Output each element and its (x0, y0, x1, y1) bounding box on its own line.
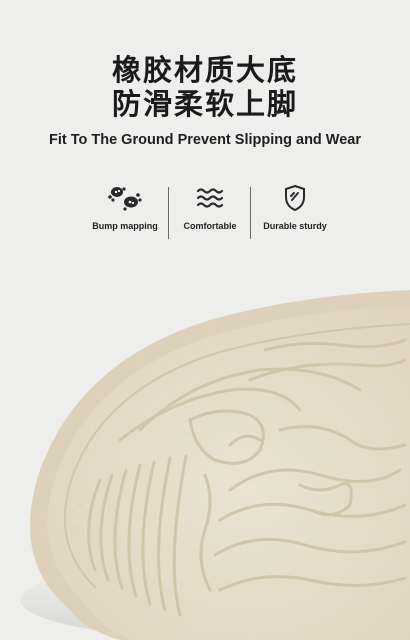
shoe-sole-photo (20, 290, 410, 640)
feature-label: Bump mapping (92, 221, 158, 231)
wavy-lines-icon (196, 188, 224, 208)
heading-line-1: 橡胶材质大底 (111, 53, 298, 87)
shield-icon (285, 184, 305, 212)
heading-line-2: 防滑柔软上脚 (111, 87, 298, 121)
feature-durable: Durable sturdy (250, 183, 340, 243)
feature-row: Bump mapping Comfortable Durable sturdy (80, 183, 340, 243)
feature-bump-mapping: Bump mapping (80, 183, 170, 243)
feature-label: Comfortable (183, 221, 237, 231)
feature-comfortable: Comfortable (165, 183, 255, 243)
feature-label: Durable sturdy (263, 221, 327, 231)
subtitle: Fit To The Ground Prevent Slipping and W… (48, 132, 362, 148)
footprint-icon (108, 187, 142, 211)
